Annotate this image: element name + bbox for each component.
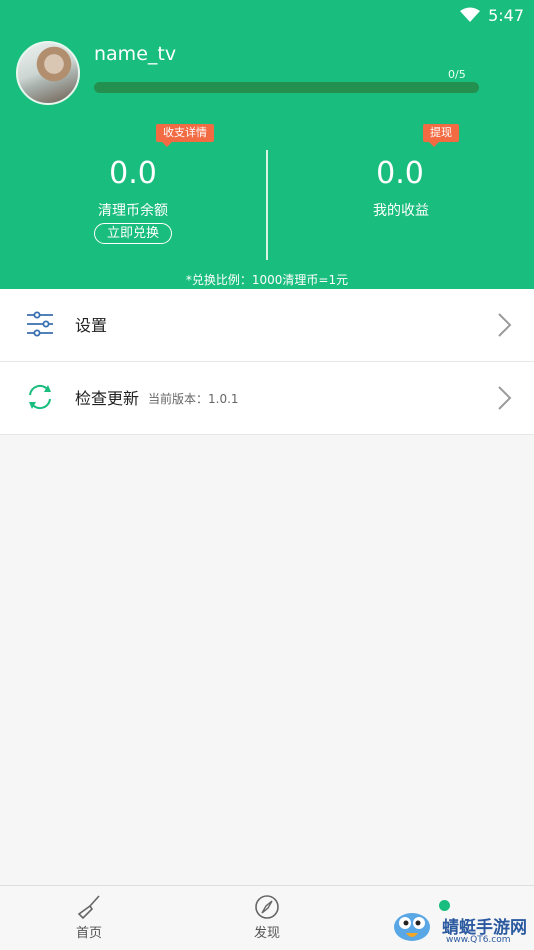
coins-caption: 清理币余额 [98, 203, 168, 219]
progress-label: 0/5 [448, 68, 466, 81]
current-version: 当前版本：1.0.1 [148, 392, 239, 406]
chevron-right-icon [498, 313, 512, 337]
wifi-icon [460, 7, 481, 22]
settings-row[interactable]: 设置 [0, 289, 534, 362]
nav-home-label: 首页 [75, 926, 102, 941]
check-update-label: 检查更新 [75, 389, 140, 408]
watermark-url: www.QT6.com [446, 935, 511, 945]
status-bar: 5:47 [460, 4, 524, 26]
profile-header: 5:47 name_tv 0/5 收支详情 0.0 清理币余额 立即兑换 提现 … [0, 0, 534, 289]
nav-discover-label: 发现 [253, 926, 280, 941]
broom-icon [77, 895, 100, 920]
progress-bar [94, 82, 479, 93]
refresh-icon [29, 384, 51, 410]
avatar[interactable] [16, 41, 80, 105]
menu-list: 设置 检查更新 当前版本：1.0.1 [0, 289, 534, 435]
balance-divider [266, 150, 268, 260]
exchange-ratio: *兑换比例：1000清理币=1元 [185, 273, 349, 287]
nav-home[interactable]: 首页 [49, 894, 129, 941]
nav-discover[interactable]: 发现 [227, 894, 307, 941]
username: name_tv [94, 43, 177, 65]
coins-details-tag[interactable]: 收支详情 [156, 124, 214, 147]
status-time: 5:47 [488, 5, 524, 25]
income-value: 0.0 [376, 156, 424, 191]
redeem-button[interactable]: 立即兑换 [94, 223, 172, 244]
chevron-right-icon [498, 386, 512, 410]
coins-value: 0.0 [109, 156, 157, 191]
withdraw-tag[interactable]: 提现 [423, 124, 459, 147]
compass-icon [255, 895, 279, 919]
check-update-row[interactable]: 检查更新 当前版本：1.0.1 [0, 362, 534, 435]
settings-label: 设置 [75, 316, 108, 335]
settings-sliders-icon [27, 311, 53, 337]
income-caption: 我的收益 [373, 203, 429, 219]
